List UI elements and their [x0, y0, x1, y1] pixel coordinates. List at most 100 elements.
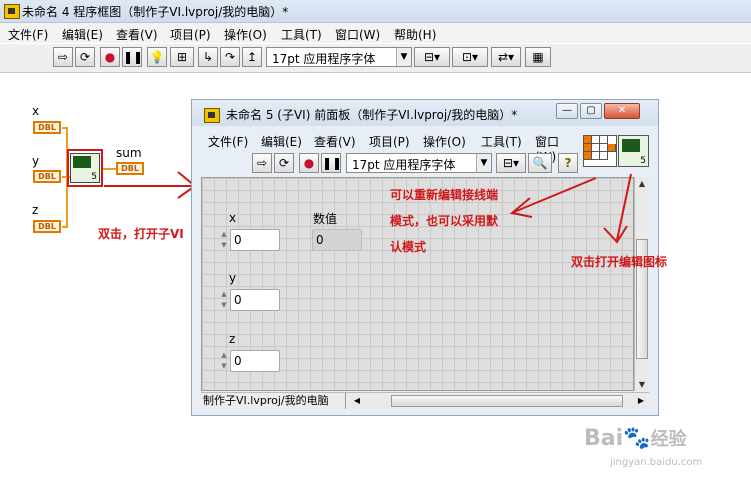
sub-run-continuous-button[interactable]: ⟳ [274, 153, 294, 173]
distribute-objects-button[interactable]: ⊡▾ [452, 47, 488, 67]
control-x-label: x [229, 211, 237, 225]
step-over-icon: ↷ [224, 50, 236, 64]
sub-abort-button[interactable]: ● [299, 153, 319, 173]
chevron-down-icon: ▼ [476, 154, 491, 172]
sub-menu-edit[interactable]: 编辑(E) [261, 133, 302, 150]
subvi-node[interactable]: 5 [70, 153, 100, 183]
sub-font-select[interactable]: 17pt 应用程序字体 ▼ [346, 153, 492, 173]
clean-up-diagram-button[interactable]: ▦ [525, 47, 551, 67]
terminal-z-label: z [32, 203, 39, 217]
magnifier-icon: 🔍 [532, 156, 548, 170]
step-out-button[interactable]: ↥ [242, 47, 262, 67]
scroll-left-icon[interactable]: ◀ [351, 394, 363, 408]
step-out-icon: ↥ [246, 50, 258, 64]
abort-button[interactable]: ● [100, 47, 120, 67]
menu-help[interactable]: 帮助(H) [394, 26, 436, 43]
control-z-label: z [229, 332, 236, 346]
menu-view[interactable]: 查看(V) [116, 26, 158, 43]
menu-window[interactable]: 窗口(W) [335, 26, 380, 43]
retain-wire-values-button[interactable]: ⊞ [170, 47, 194, 67]
menu-tools[interactable]: 工具(T) [281, 26, 322, 43]
pause-button[interactable]: ❚❚ [122, 47, 144, 67]
font-select[interactable]: 17pt 应用程序字体 ▼ [266, 47, 412, 67]
main-toolbar: ⇨ ⟳ ● ❚❚ 💡 ⊞ ↳ ↷ ↥ 17pt 应用程序字体 ▼ ⊟▾ ⊡▾ ⇄… [0, 44, 751, 73]
sub-menubar: 文件(F) 编辑(E) 查看(V) 项目(P) 操作(O) 工具(T) 窗口(W… [198, 130, 578, 164]
close-icon: ✕ [617, 105, 627, 116]
abort-icon: ● [303, 156, 315, 170]
minimize-icon: — [562, 105, 572, 116]
distribute-objects-icon: ⊡▾ [461, 50, 479, 64]
sub-font-select-value: 17pt 应用程序字体 [352, 158, 456, 172]
run-arrow-icon: ⇨ [256, 156, 268, 170]
run-continuous-icon: ⟳ [278, 156, 290, 170]
connector-pane[interactable] [583, 135, 617, 167]
sub-menu-operate[interactable]: 操作(O) [423, 133, 466, 150]
align-objects-button[interactable]: ⊟▾ [414, 47, 450, 67]
run-continuous-button[interactable]: ⟳ [75, 47, 95, 67]
sub-menu-file[interactable]: 文件(F) [208, 133, 248, 150]
step-into-button[interactable]: ↳ [198, 47, 218, 67]
control-x-stepper[interactable]: ▲ ▼ [219, 229, 229, 251]
sub-menu-view[interactable]: 查看(V) [314, 133, 356, 150]
arrow-icon [509, 173, 632, 244]
maximize-icon: ▢ [586, 105, 596, 116]
main-menubar: 文件(F) 编辑(E) 查看(V) 项目(P) 操作(O) 工具(T) 窗口(W… [0, 23, 751, 43]
sub-menu-project[interactable]: 项目(P) [369, 133, 410, 150]
subvi-number: 5 [91, 172, 97, 182]
horizontal-scrollbar[interactable]: ◀ ▶ [351, 394, 647, 408]
run-continuous-icon: ⟳ [79, 50, 91, 64]
sub-menu-tools[interactable]: 工具(T) [481, 133, 522, 150]
terminal-x-label: x [32, 104, 40, 118]
align-objects-icon: ⊟▾ [423, 50, 441, 64]
close-button[interactable]: ✕ [604, 103, 640, 119]
scroll-down-icon[interactable]: ▼ [636, 378, 648, 391]
vi-icon-pane[interactable]: 5 [618, 135, 649, 167]
indicator-label: 数值 [313, 212, 338, 226]
status-project-path: 制作子VI.lvproj/我的电脑 [201, 393, 346, 409]
control-y-stepper[interactable]: ▲ ▼ [219, 289, 229, 311]
maximize-button[interactable]: ▢ [580, 103, 602, 119]
main-window-title: 未命名 4 程序框图（制作子VI.lvproj/我的电脑）* [22, 5, 289, 19]
reorder-icon: ⇄▾ [497, 50, 515, 64]
main-titlebar: 未命名 4 程序框图（制作子VI.lvproj/我的电脑）* [0, 0, 751, 23]
run-arrow-icon: ⇨ [57, 50, 69, 64]
annotation-double-click: 双击，打开子VI [98, 227, 184, 241]
sub-titlebar: 未命名 5 (子VI) 前面板（制作子VI.lvproj/我的电脑）* — ▢ … [192, 100, 658, 126]
control-x-input[interactable]: 0 [230, 229, 280, 251]
terminal-x[interactable]: DBL [33, 121, 61, 134]
menu-edit[interactable]: 编辑(E) [62, 26, 103, 43]
pause-icon: ❚❚ [123, 50, 144, 64]
step-over-button[interactable]: ↷ [220, 47, 240, 67]
sub-window-title: 未命名 5 (子VI) 前面板（制作子VI.lvproj/我的电脑）* [226, 108, 518, 122]
control-z-input[interactable]: 0 [230, 350, 280, 372]
retain-wire-values-icon: ⊞ [176, 50, 188, 64]
highlight-execution-button[interactable]: 💡 [147, 47, 167, 67]
control-z-stepper[interactable]: ▲ ▼ [219, 350, 229, 372]
sub-pause-button[interactable]: ❚❚ [321, 153, 342, 173]
menu-file[interactable]: 文件(F) [8, 26, 48, 43]
menu-project[interactable]: 项目(P) [170, 26, 211, 43]
sub-run-button[interactable]: ⇨ [252, 153, 272, 173]
reorder-button[interactable]: ⇄▾ [491, 47, 521, 67]
horizontal-scroll-thumb[interactable] [391, 395, 623, 407]
terminal-z[interactable]: DBL [33, 220, 61, 233]
sub-statusbar: 制作子VI.lvproj/我的电脑 ◀ ▶ [201, 392, 649, 409]
control-y-label: y [229, 271, 237, 285]
control-y-input[interactable]: 0 [230, 289, 280, 311]
font-select-value: 17pt 应用程序字体 [272, 52, 376, 66]
numeric-indicator: 0 [312, 229, 362, 251]
wire-z [62, 226, 68, 228]
run-button[interactable]: ⇨ [53, 47, 73, 67]
step-into-icon: ↳ [202, 50, 214, 64]
minimize-button[interactable]: — [556, 103, 578, 119]
terminal-sum-label: sum [116, 146, 142, 160]
chevron-down-icon: ▼ [396, 48, 411, 66]
menu-operate[interactable]: 操作(O) [224, 26, 267, 43]
terminal-y[interactable]: DBL [33, 170, 61, 183]
watermark-url: jingyan.baidu.com [610, 457, 703, 468]
scroll-right-icon[interactable]: ▶ [635, 394, 647, 408]
arrow-icon [104, 171, 197, 199]
lightbulb-icon: 💡 [149, 50, 165, 64]
annotation-connector-3: 认模式 [390, 240, 427, 254]
help-icon: ? [564, 156, 572, 170]
